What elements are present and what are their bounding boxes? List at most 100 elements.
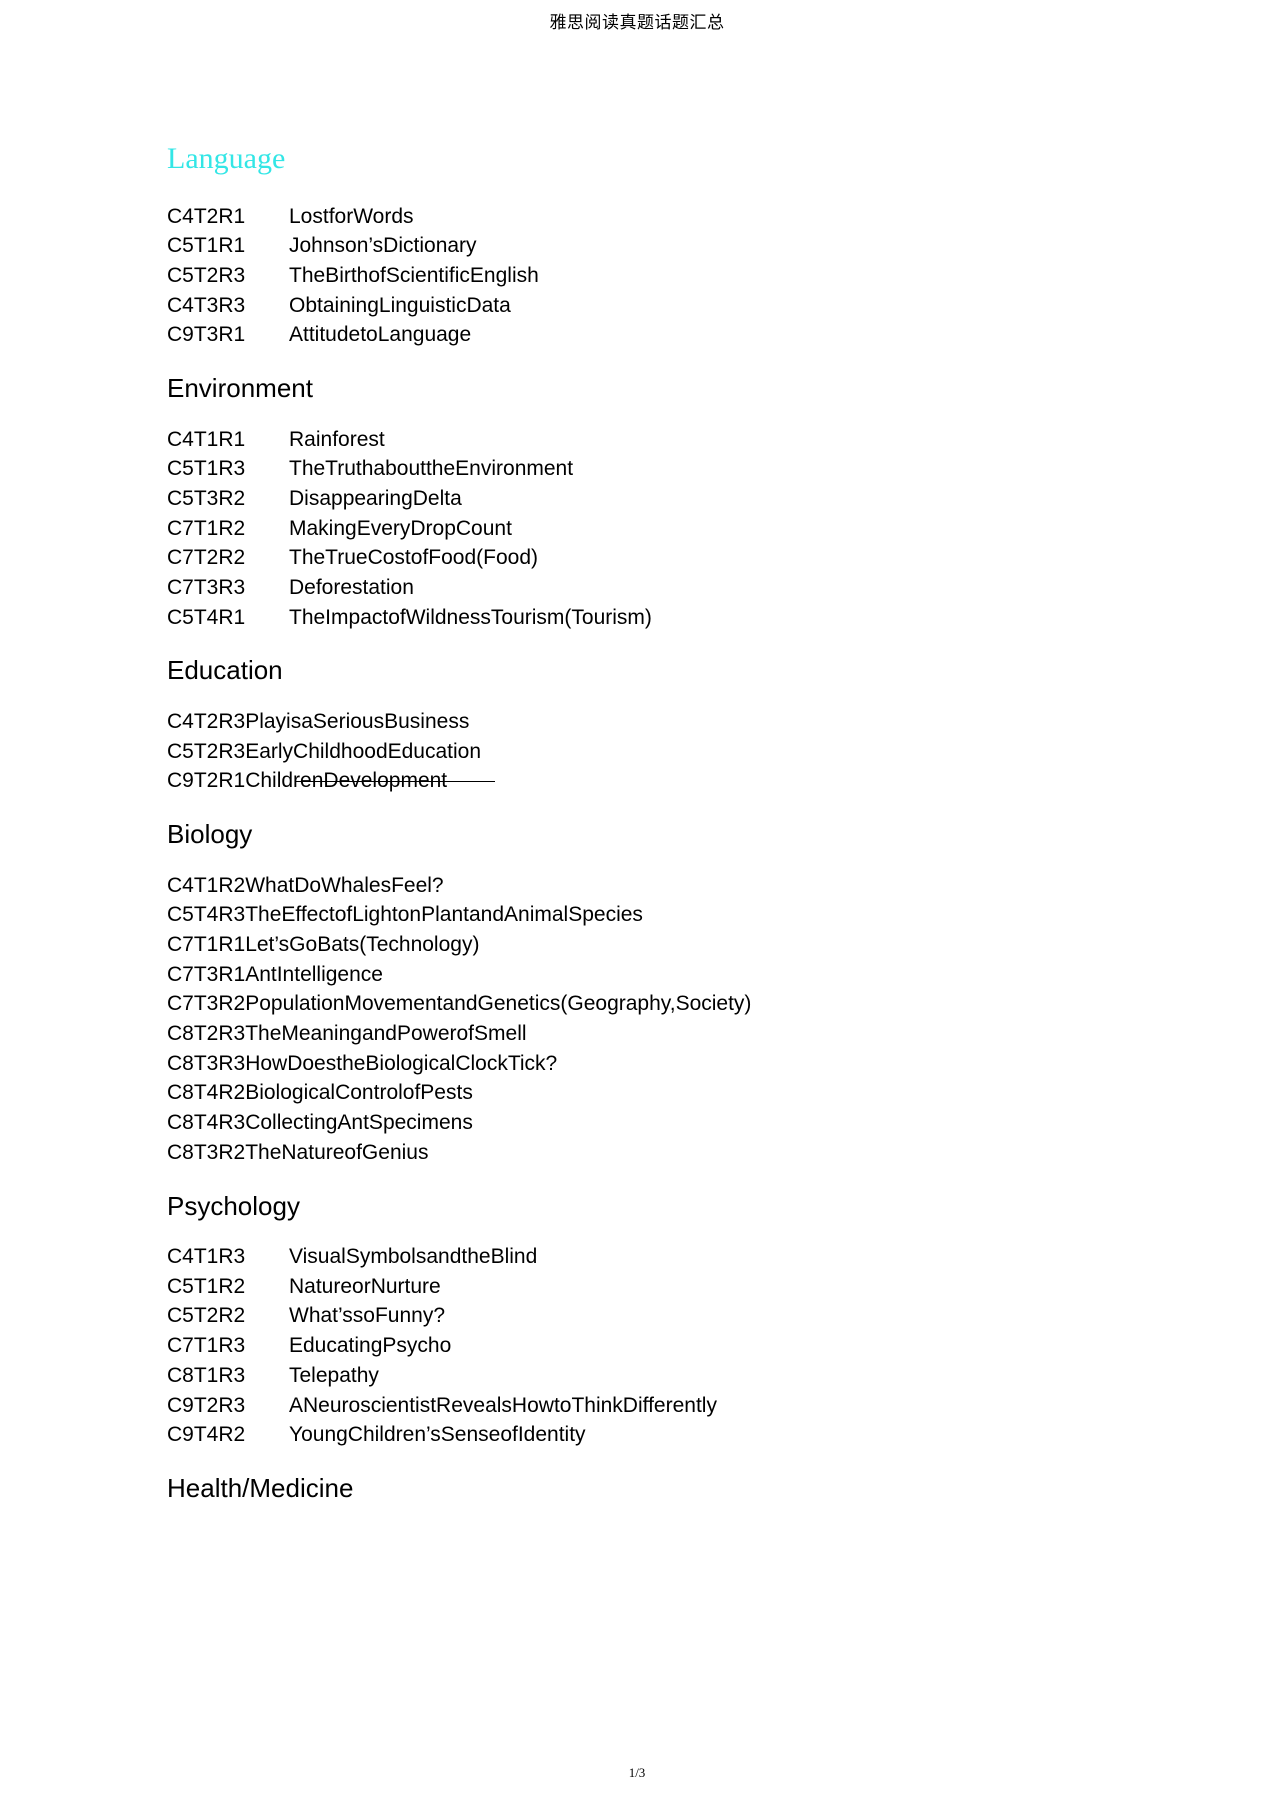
entry-code: C8T1R3	[167, 1363, 246, 1387]
list-item: C9T2R3 ANeuroscientistRevealsHowtoThinkDi…	[167, 1391, 1117, 1421]
entry-code: C8T4R2	[167, 1081, 246, 1105]
entry-code: C5T2R3	[167, 263, 246, 287]
entry-code: C5T4R3	[167, 903, 246, 927]
section-education: Education C4T2R3PlayisaSeriousBusiness C5T…	[167, 654, 1117, 796]
list-item: C7T3R2PopulationMovementandGenetics(Geog…	[167, 989, 1117, 1019]
section-heading-wrap: Language	[167, 140, 1117, 178]
entry-code: C5T1R1	[167, 234, 246, 258]
list-item: C4T1R3 VisualSymbolsandtheBlind	[167, 1242, 1117, 1272]
list-item: C9T2R1ChildrenDevelopment	[167, 766, 1117, 796]
entry-code: C7T3R1	[167, 962, 246, 986]
entry-title: Let’sGoBats(Technology)	[245, 932, 480, 956]
entry-title: MakingEveryDropCount	[289, 516, 512, 540]
entry-title: EducatingPsycho	[289, 1334, 452, 1358]
list-item: C4T1R2WhatDoWhalesFeel?	[167, 871, 1117, 901]
list-item: C8T4R3CollectingAntSpecimens	[167, 1108, 1117, 1138]
page-number: 1/3	[628, 1765, 646, 1780]
entry-code: C8T2R3	[167, 1022, 246, 1046]
list-item: C5T3R2 DisappearingDelta	[167, 484, 1117, 514]
section-heading-wrap: Health/Medicine	[167, 1472, 1117, 1505]
entry-code: C5T2R2	[167, 1304, 246, 1328]
entry-title: ObtainingLinguisticData	[289, 293, 511, 317]
entry-code: C7T3R3	[167, 576, 246, 600]
section-heading: Environment	[167, 373, 313, 404]
list-item: C4T3R3 ObtainingLinguisticData	[167, 291, 1117, 321]
list-item: C9T4R2 YoungChildren’sSenseofIdentity	[167, 1420, 1117, 1450]
list-item: C4T2R1 LostforWords	[167, 202, 1117, 232]
section-heading-wrap: Biology	[167, 818, 1117, 851]
entry-list: C4T2R1 LostforWords C5T1R1 Johnson’sDiction…	[167, 202, 1117, 351]
page-footer: 1/3	[0, 1764, 1274, 1782]
entry-title: TheImpactofWildnessTourism(Tourism)	[289, 605, 652, 629]
entry-title: What’ssoFunny?	[289, 1304, 446, 1328]
list-item: C7T3R1AntIntelligence	[167, 960, 1117, 990]
entry-title: Deforestation	[289, 576, 414, 600]
list-item: C5T1R2 NatureorNurture	[167, 1272, 1117, 1302]
section-biology: Biology C4T1R2WhatDoWhalesFeel? C5T4R3TheE…	[167, 818, 1117, 1168]
entry-code: C7T1R2	[167, 516, 246, 540]
document-body: Language C4T2R1 LostforWords C5T1R1 Johnson’…	[167, 140, 1117, 1525]
list-item: C5T4R3TheEffectofLightonPlantandAnimalSp…	[167, 900, 1117, 930]
list-item: C5T1R3 TheTruthabouttheEnvironment	[167, 454, 1117, 484]
entry-title: PlayisaSeriousBusiness	[245, 709, 470, 733]
entry-title: TheNatureofGenius	[245, 1140, 429, 1164]
entry-code: C7T2R2	[167, 546, 246, 570]
entry-title: LostforWords	[289, 204, 414, 228]
entry-list: C4T1R2WhatDoWhalesFeel? C5T4R3TheEffectof…	[167, 871, 1117, 1168]
section-psychology: Psychology C4T1R3 VisualSymbolsandtheBlind…	[167, 1190, 1117, 1450]
list-item: C5T4R1 TheImpactofWildnessTourism(Tourism…	[167, 603, 1117, 633]
entry-title: YoungChildren’sSenseofIdentity	[289, 1423, 586, 1447]
entry-title: TheTruthabouttheEnvironment	[289, 457, 574, 481]
entry-title: BiologicalControlofPests	[245, 1081, 473, 1105]
entry-code: C4T1R1	[167, 427, 246, 451]
entry-title: TheMeaningandPowerofSmell	[245, 1022, 527, 1046]
section-heading-wrap: Education	[167, 654, 1117, 687]
entry-code: C9T2R1	[167, 769, 246, 793]
list-item: C4T2R3PlayisaSeriousBusiness	[167, 707, 1117, 737]
list-item: C5T2R3EarlyChildhoodEducation	[167, 737, 1117, 767]
entry-code: C8T3R3	[167, 1051, 246, 1075]
running-header: 雅思阅读真题话题汇总	[0, 0, 1274, 40]
entry-code: C4T1R3	[167, 1245, 246, 1269]
strikethrough-line	[295, 781, 495, 783]
entry-title: HowDoestheBiologicalClockTick?	[245, 1051, 558, 1075]
entry-code: C5T3R2	[167, 486, 246, 510]
entry-title: WhatDoWhalesFeel?	[245, 873, 444, 897]
entry-title: Telepathy	[289, 1363, 379, 1387]
entry-code: C7T1R3	[167, 1334, 246, 1358]
entry-code: C4T1R2	[167, 873, 246, 897]
entry-code: C4T3R3	[167, 293, 246, 317]
list-item: C8T4R2BiologicalControlofPests	[167, 1078, 1117, 1108]
list-item: C7T1R2 MakingEveryDropCount	[167, 514, 1117, 544]
entry-title: EarlyChildhoodEducation	[245, 739, 482, 763]
list-item: C5T1R1 Johnson’sDictionary	[167, 231, 1117, 261]
entry-code: C9T2R3	[167, 1393, 246, 1417]
section-heading-wrap: Psychology	[167, 1190, 1117, 1223]
entry-title: TheTrueCostofFood(Food)	[289, 546, 538, 570]
list-item: C7T2R2 TheTrueCostofFood(Food)	[167, 543, 1117, 573]
list-item: C7T3R3 Deforestation	[167, 573, 1117, 603]
entry-list: C4T2R3PlayisaSeriousBusiness C5T2R3EarlyC…	[167, 707, 1117, 796]
entry-code: C5T2R3	[167, 739, 246, 763]
entry-title: DisappearingDelta	[289, 486, 462, 510]
entry-title: PopulationMovementandGenetics(Geography,…	[245, 992, 752, 1016]
entry-list: C4T1R1 Rainforest C5T1R3 TheTruthabouttheEn…	[167, 425, 1117, 633]
list-item: C9T3R1 AttitudetoLanguage	[167, 320, 1117, 350]
section-heading: Biology	[167, 819, 253, 850]
entry-code: C4T2R1	[167, 204, 246, 228]
document-title: 雅思阅读真题话题汇总	[549, 12, 725, 32]
list-item: C8T3R3HowDoestheBiologicalClockTick?	[167, 1049, 1117, 1079]
entry-title: AntIntelligence	[245, 962, 383, 986]
entry-code: C8T4R3	[167, 1111, 246, 1135]
list-item: C4T1R1 Rainforest	[167, 425, 1117, 455]
section-heading: Education	[167, 655, 283, 686]
section-health-medicine: Health/Medicine	[167, 1472, 1117, 1505]
list-item: C5T2R2 What’ssoFunny?	[167, 1301, 1117, 1331]
entry-title: TheBirthofScientificEnglish	[289, 263, 539, 287]
entry-title: ANeuroscientistRevealsHowtoThinkDifferen…	[289, 1393, 717, 1417]
entry-code: C7T3R2	[167, 992, 246, 1016]
entry-list: C4T1R3 VisualSymbolsandtheBlind C5T1R2 Natu…	[167, 1242, 1117, 1450]
entry-title: NatureorNurture	[289, 1274, 441, 1298]
section-heading: Language	[167, 142, 286, 175]
entry-title: TheEffectofLightonPlantandAnimalSpecies	[245, 903, 643, 927]
